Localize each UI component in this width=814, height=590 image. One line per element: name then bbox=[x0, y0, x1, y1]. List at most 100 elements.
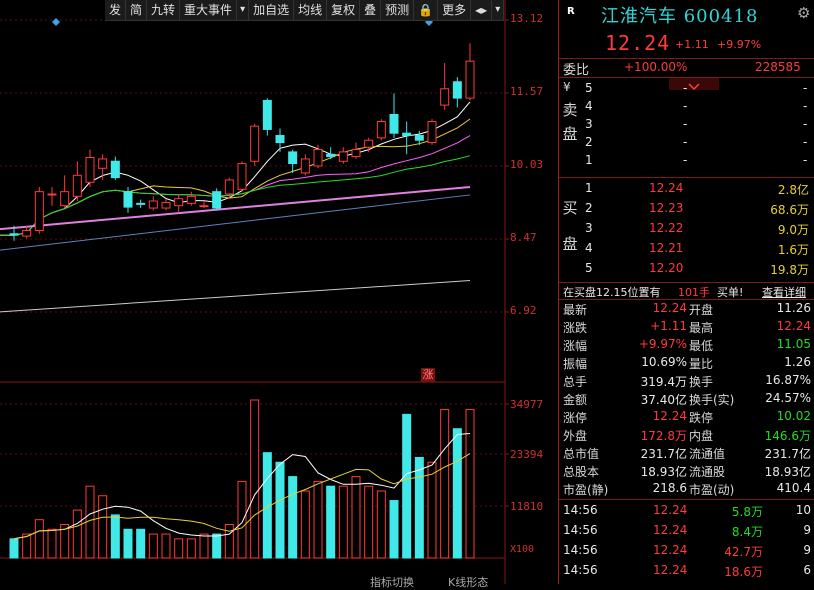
toolbar-item-7[interactable]: 复权 bbox=[327, 0, 361, 20]
buy-row[interactable]: 4 12.21 1.6万 bbox=[559, 240, 814, 258]
volume-axis-label-2: 11810 bbox=[510, 500, 544, 513]
toolbar-item-2[interactable]: 九转 bbox=[147, 0, 181, 20]
buy-level: 5 bbox=[585, 261, 593, 275]
toolbar-item-9[interactable]: 预测 bbox=[381, 0, 415, 20]
stat-row: 涨幅 +9.97% 最低 11.05 bbox=[559, 336, 814, 354]
stat-value: +9.97% bbox=[638, 337, 687, 351]
buy-row[interactable]: 1 12.24 2.8亿 bbox=[559, 180, 814, 198]
stat-row: 涨跌 +1.11 最高 12.24 bbox=[559, 318, 814, 336]
volume-bar bbox=[148, 533, 158, 559]
toolbar-item-5[interactable]: 加自选 bbox=[249, 0, 295, 20]
stat-label: 开盘 bbox=[689, 303, 714, 317]
sell-row[interactable]: 2 - - bbox=[559, 134, 814, 152]
stat-row: 涨停 12.24 跌停 10.02 bbox=[559, 408, 814, 426]
sell-price: - bbox=[683, 153, 688, 167]
volume-bar bbox=[364, 485, 374, 559]
candle-body bbox=[351, 149, 361, 158]
volume-axis-label-0: 34977 bbox=[510, 398, 544, 411]
order-ratio-label: 委比 bbox=[563, 63, 590, 78]
stat-label: 市盈(静) bbox=[563, 483, 609, 497]
stat-label: 量比 bbox=[689, 357, 714, 371]
toolbar-item-3[interactable]: 重大事件 bbox=[180, 0, 238, 20]
volume-bar bbox=[22, 533, 32, 559]
bottom-tab-indicator[interactable]: 指标切换 bbox=[370, 574, 414, 590]
sell-row[interactable]: 5 - - bbox=[559, 80, 814, 98]
volume-bar bbox=[123, 528, 133, 559]
quote-panel: R 江淮汽车 600418 ⚙ 12.24 +1.11 +9.97% 委比 +1… bbox=[558, 0, 814, 584]
buy-volume: 19.8万 bbox=[770, 263, 809, 277]
toolbar-item-8[interactable]: 叠 bbox=[360, 0, 382, 20]
sell-row[interactable]: 3 - - bbox=[559, 116, 814, 134]
stat-label: 内盘 bbox=[689, 429, 714, 443]
sell-row[interactable]: 1 - - bbox=[559, 152, 814, 170]
buy-volume: 1.6万 bbox=[777, 243, 809, 257]
buy-row[interactable]: 3 12.22 9.0万 bbox=[559, 220, 814, 238]
buy-level: 2 bbox=[585, 201, 593, 215]
volume-bar bbox=[174, 538, 184, 559]
buy-row[interactable]: 5 12.20 19.8万 bbox=[559, 260, 814, 278]
buy-price: 12.20 bbox=[649, 261, 684, 275]
stat-label: 流通股 bbox=[689, 465, 726, 479]
toolbar-item-11[interactable]: 更多 bbox=[438, 0, 472, 20]
candle-body bbox=[389, 113, 399, 134]
candle-body bbox=[186, 195, 196, 204]
volume-bar bbox=[110, 514, 120, 559]
buy-level: 4 bbox=[585, 241, 593, 255]
sell-row[interactable]: 4 - - bbox=[559, 98, 814, 116]
volume-bar bbox=[98, 495, 108, 559]
volume-bar bbox=[351, 476, 361, 559]
toolbar-item-4[interactable]: ▾ bbox=[237, 0, 250, 20]
candle-body bbox=[9, 233, 19, 236]
volume-bar bbox=[414, 456, 424, 559]
margin-tag: R bbox=[567, 6, 575, 17]
volume-bar bbox=[402, 413, 412, 559]
toolbar-item-1[interactable]: 简 bbox=[126, 0, 148, 20]
buy-volume: 9.0万 bbox=[777, 223, 809, 237]
volume-unit-label: X100 bbox=[510, 544, 535, 555]
volume-axis-label-1: 23394 bbox=[510, 448, 544, 461]
toolbar-item-13[interactable]: ▾ bbox=[492, 0, 505, 20]
stock-terminal: 发简九转 重大事件 ▾ 加自选 均线 复权叠预测 🔒 更多 ◂▸ ▾ 13.12 11.57 10… bbox=[0, 0, 814, 589]
toolbar-item-10[interactable]: 🔒 bbox=[414, 0, 439, 20]
tick-price: 12.24 bbox=[653, 523, 688, 537]
candle-body bbox=[98, 158, 108, 169]
candlestick-chart[interactable] bbox=[0, 0, 558, 584]
view-detail-link[interactable]: 查看详细 bbox=[762, 284, 806, 300]
order-ratio-row: 委比 +100.00% 228585 bbox=[559, 58, 814, 78]
stat-value: +1.11 bbox=[650, 319, 687, 333]
stat-label: 市盈(动) bbox=[689, 483, 735, 497]
sell-volume: - bbox=[803, 117, 808, 131]
stat-label: 振幅 bbox=[563, 357, 588, 371]
toolbar-item-12[interactable]: ◂▸ bbox=[471, 0, 493, 20]
stat-value: 16.87% bbox=[765, 373, 811, 387]
volume-bar bbox=[427, 461, 437, 559]
candle-body bbox=[440, 88, 450, 106]
sell-volume: - bbox=[803, 99, 808, 113]
tick-time: 14:56 bbox=[563, 563, 598, 577]
candle-body bbox=[224, 179, 234, 195]
sell-order-book: ¥ 卖盘 5- -4- -3- -2- -1- - bbox=[559, 78, 814, 176]
stat-row: 外盘 172.8万 内盘 146.6万 bbox=[559, 426, 814, 444]
tick-price: 12.24 bbox=[653, 503, 688, 517]
alert-text: 在买盘12.15位置有 bbox=[563, 286, 661, 299]
stat-value: 12.24 bbox=[776, 319, 811, 333]
bottom-tab-kline-pattern[interactable]: K线形态 bbox=[448, 574, 488, 590]
candle-body bbox=[34, 191, 44, 231]
tick-time: 14:56 bbox=[563, 523, 598, 537]
sell-level: 3 bbox=[585, 117, 593, 131]
volume-bar bbox=[440, 409, 450, 559]
ma120-line bbox=[0, 280, 471, 313]
toolbar-item-0[interactable]: 发 bbox=[105, 0, 127, 20]
price-change-pct: +9.97% bbox=[717, 38, 762, 51]
volume-bar bbox=[288, 476, 298, 559]
sell-price: - bbox=[683, 81, 688, 95]
price-change: +1.11 bbox=[675, 38, 709, 51]
price-axis-label-2: 10.03 bbox=[510, 158, 544, 171]
buy-row[interactable]: 2 12.23 68.6万 bbox=[559, 200, 814, 218]
gear-icon[interactable]: ⚙ bbox=[797, 4, 810, 22]
candle-body bbox=[250, 125, 260, 162]
candle-body bbox=[338, 151, 348, 162]
volume-bar bbox=[224, 523, 234, 559]
toolbar-item-6[interactable]: 均线 bbox=[294, 0, 328, 20]
stat-value: 231.7亿 bbox=[640, 447, 687, 461]
